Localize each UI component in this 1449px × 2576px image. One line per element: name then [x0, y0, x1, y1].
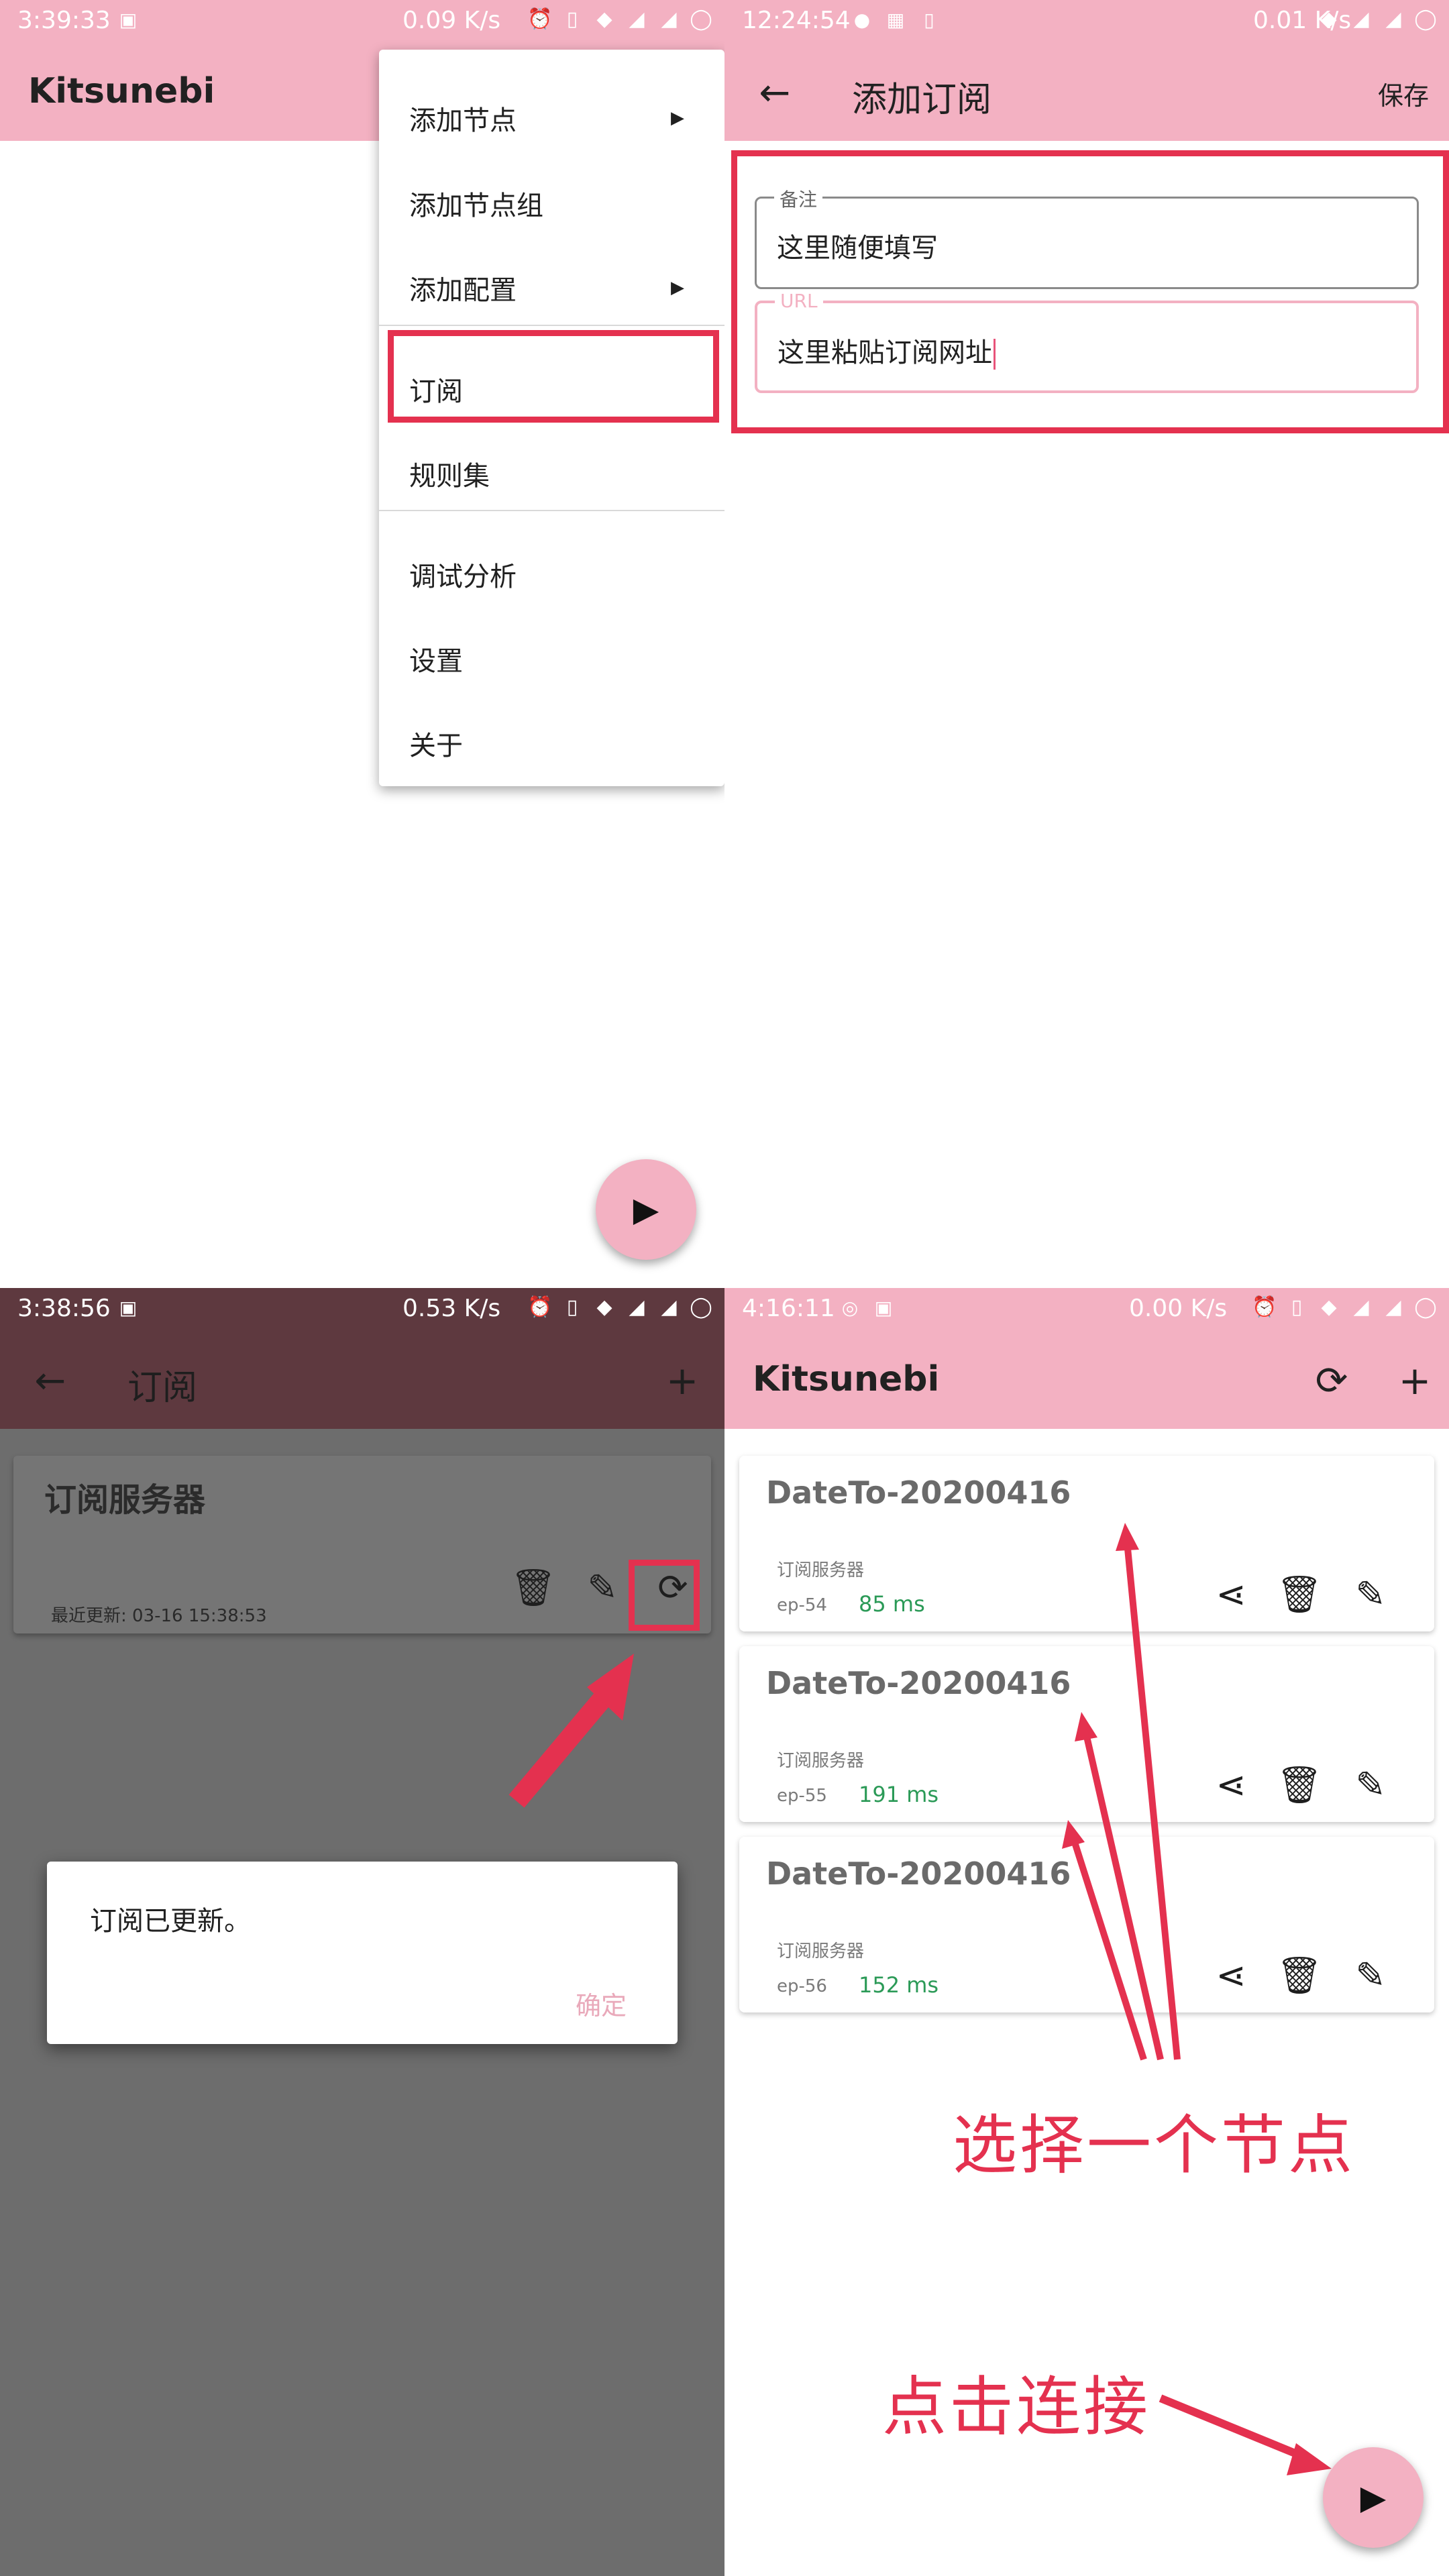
menu-item-add-node[interactable]: 添加节点 ▶: [379, 83, 724, 157]
menu-item-label: 关于: [409, 731, 463, 761]
vibrate-icon: ▯: [566, 7, 578, 31]
status-icons: ⏰ ▯ ◆ ◢ ◢ ◯: [527, 7, 712, 31]
menu-divider: [379, 510, 724, 511]
connect-button[interactable]: ▶: [1323, 2447, 1424, 2548]
status-bar: 12:24:54 ● ▦ ▯ 0.01 K/s ◆ ◢ ◢ ◯: [724, 0, 1449, 44]
menu-item-settings[interactable]: 设置: [379, 624, 724, 698]
status-time: 3:39:33: [17, 7, 111, 34]
signal-icon: ◢: [629, 7, 645, 31]
submenu-arrow-icon: ▶: [671, 108, 684, 128]
grid-icon: ▦: [886, 8, 905, 31]
menu-item-label: 添加配置: [409, 275, 517, 306]
arrow-annotation: [508, 1654, 634, 1808]
highlight-box: [388, 330, 719, 423]
annotation-click-connect: 点击连接: [882, 2369, 1150, 2445]
arrow-head: [1287, 2443, 1332, 2475]
menu-item-label: 规则集: [409, 461, 490, 492]
menu-item-debug[interactable]: 调试分析: [379, 539, 724, 613]
arrow-head: [1075, 1712, 1097, 1741]
save-button[interactable]: 保存: [1378, 75, 1429, 112]
signal-icon: ◢: [661, 7, 677, 31]
annotation-select-node: 选择一个节点: [953, 2108, 1355, 2183]
arrow-shaft: [508, 1690, 612, 1808]
menu-item-label: 设置: [409, 646, 463, 677]
submenu-arrow-icon: ▶: [671, 278, 684, 298]
arrow-head: [1062, 1820, 1085, 1849]
battery-icon: ◯: [690, 7, 712, 31]
page-title: 添加订阅: [852, 80, 992, 120]
status-time: 12:24:54: [742, 7, 851, 34]
menu-item-label: 添加节点组: [409, 191, 543, 221]
menu-item-add-node-group[interactable]: 添加节点组: [379, 168, 724, 242]
battery-icon: ◯: [1414, 7, 1437, 31]
highlight-box: [731, 150, 1449, 433]
back-arrow-icon[interactable]: ←: [751, 71, 798, 118]
chat-icon: ●: [853, 8, 871, 31]
status-bar: 3:39:33 ▣ 0.09 K/s ⏰ ▯ ◆ ◢ ◢ ◯: [0, 0, 724, 44]
status-icons: ◆ ◢ ◢ ◯: [1318, 8, 1437, 31]
menu-item-label: 添加节点: [409, 105, 517, 136]
panel-add-subscription: 12:24:54 ● ▦ ▯ 0.01 K/s ◆ ◢ ◢ ◯ ← 添加订阅 保…: [724, 0, 1449, 1288]
menu-divider: [379, 325, 724, 326]
play-icon: ▶: [633, 1190, 659, 1229]
connect-button[interactable]: ▶: [596, 1159, 696, 1260]
panel-node-list: 4:16:11 ◎ ▣ 0.00 K/s ⏰ ▯ ◆ ◢ ◢ ◯ Kitsune…: [724, 1288, 1449, 2576]
image-icon: ▣: [119, 8, 138, 31]
menu-item-label: 调试分析: [409, 561, 517, 592]
wifi-icon: ◆: [596, 7, 612, 31]
phone-icon: ▯: [924, 8, 934, 31]
panel-subscription-list: 3:38:56 ▣ 0.53 K/s ⏰ ▯ ◆ ◢ ◢ ◯ ← 订阅 + 订阅…: [0, 1288, 724, 2576]
arrow-shaft: [1159, 2394, 1310, 2463]
panel-main-menu: 3:39:33 ▣ 0.09 K/s ⏰ ▯ ◆ ◢ ◢ ◯ Kitsunebi…: [0, 0, 724, 1288]
play-icon: ▶: [1360, 2478, 1387, 2517]
wifi-icon: ◆: [1321, 7, 1337, 31]
alarm-icon: ⏰: [527, 7, 553, 31]
arrow-head: [1116, 1523, 1139, 1551]
menu-item-rule-sets[interactable]: 规则集: [379, 439, 724, 513]
arrow-shaft: [1124, 1541, 1181, 2060]
signal-icon: ◢: [1385, 7, 1401, 31]
app-title: Kitsunebi: [28, 71, 215, 111]
menu-item-add-config[interactable]: 添加配置 ▶: [379, 253, 724, 327]
menu-item-about[interactable]: 关于: [379, 708, 724, 782]
status-speed: 0.09 K/s: [402, 7, 501, 34]
app-bar: ← 添加订阅 保存: [724, 44, 1449, 141]
signal-icon: ◢: [1353, 7, 1369, 31]
